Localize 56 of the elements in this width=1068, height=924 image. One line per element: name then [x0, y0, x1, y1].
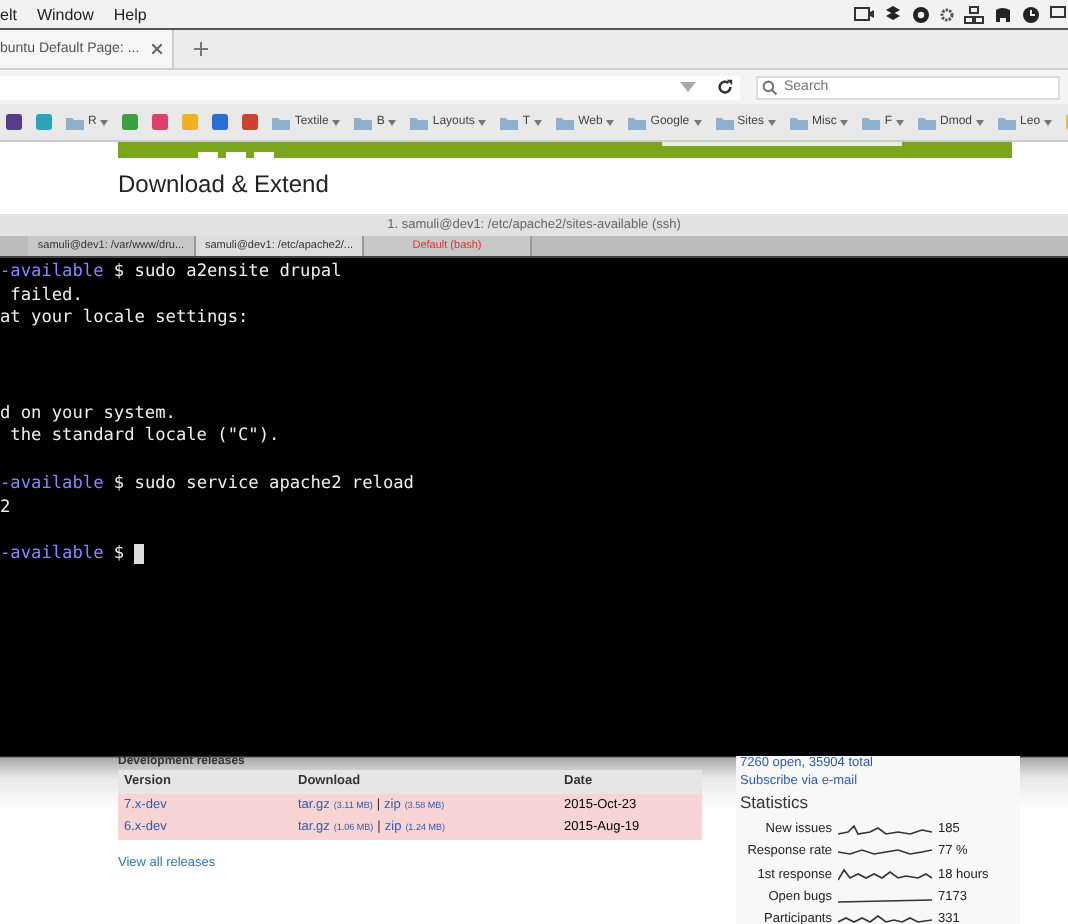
- bookmark-icon[interactable]: [242, 114, 259, 130]
- page-heading: Download & Extend: [118, 170, 329, 198]
- folder-icon: [410, 115, 429, 129]
- caret-icon: [693, 119, 702, 125]
- output-line: 2: [0, 497, 11, 518]
- menu-item[interactable]: Window: [36, 5, 94, 23]
- circle-icon[interactable]: [912, 5, 930, 23]
- reload-icon[interactable]: [716, 78, 734, 96]
- search-icon: [762, 79, 778, 95]
- output-line: at your locale settings:: [0, 308, 249, 329]
- sparkline: [838, 867, 932, 882]
- folder-icon: [715, 115, 734, 129]
- prompt-line: -available $ sudo service apache2 reload: [0, 474, 414, 495]
- caret-icon: [100, 119, 109, 125]
- folder-icon: [862, 115, 881, 129]
- caret-icon: [332, 119, 341, 125]
- bookmark-icon[interactable]: [122, 114, 139, 130]
- sparkline: [838, 844, 932, 859]
- address-field[interactable]: [0, 75, 740, 99]
- bookmark-icon[interactable]: [212, 114, 229, 130]
- clock-icon[interactable]: [1022, 5, 1040, 23]
- folder-icon: [354, 115, 373, 129]
- sidebar-heading: Statistics: [740, 792, 811, 812]
- caret-icon: [388, 119, 397, 125]
- output-line: failed.: [8, 285, 83, 306]
- folder-icon: [500, 115, 519, 129]
- video-icon[interactable]: [854, 6, 874, 22]
- prompt-line: -available $ sudo a2ensite drupal: [0, 261, 342, 282]
- menu-item[interactable]: Help: [113, 5, 147, 23]
- sparkline: [838, 912, 932, 924]
- network-icon[interactable]: [964, 5, 984, 23]
- caret-icon: [896, 119, 905, 125]
- output-line: the standard locale ("C").: [8, 426, 280, 447]
- caret-icon: [478, 119, 487, 125]
- caret-icon: [534, 119, 543, 125]
- caret-icon: [768, 119, 776, 125]
- caret-icon: [840, 119, 849, 125]
- folder-icon: [628, 115, 647, 129]
- close-icon[interactable]: [151, 44, 162, 54]
- caret-icon: [976, 119, 985, 125]
- sparkline: [838, 822, 932, 837]
- folder-icon: [998, 115, 1017, 129]
- prompt-line: -available $: [0, 544, 127, 565]
- display-icon[interactable]: [1050, 6, 1066, 22]
- caret-icon: [1044, 119, 1053, 125]
- output-line: d on your system.: [0, 403, 176, 424]
- folder-icon: [66, 115, 84, 129]
- bookmark-icon[interactable]: [152, 114, 169, 130]
- menu-item[interactable]: elt: [0, 5, 17, 23]
- folder-icon: [556, 115, 575, 129]
- caret-icon: [606, 119, 615, 125]
- folder-icon: [790, 115, 808, 129]
- new-tab-icon[interactable]: [193, 42, 208, 56]
- folder-icon: [918, 115, 937, 129]
- box-icon[interactable]: [884, 5, 902, 23]
- folder-icon: [272, 115, 291, 129]
